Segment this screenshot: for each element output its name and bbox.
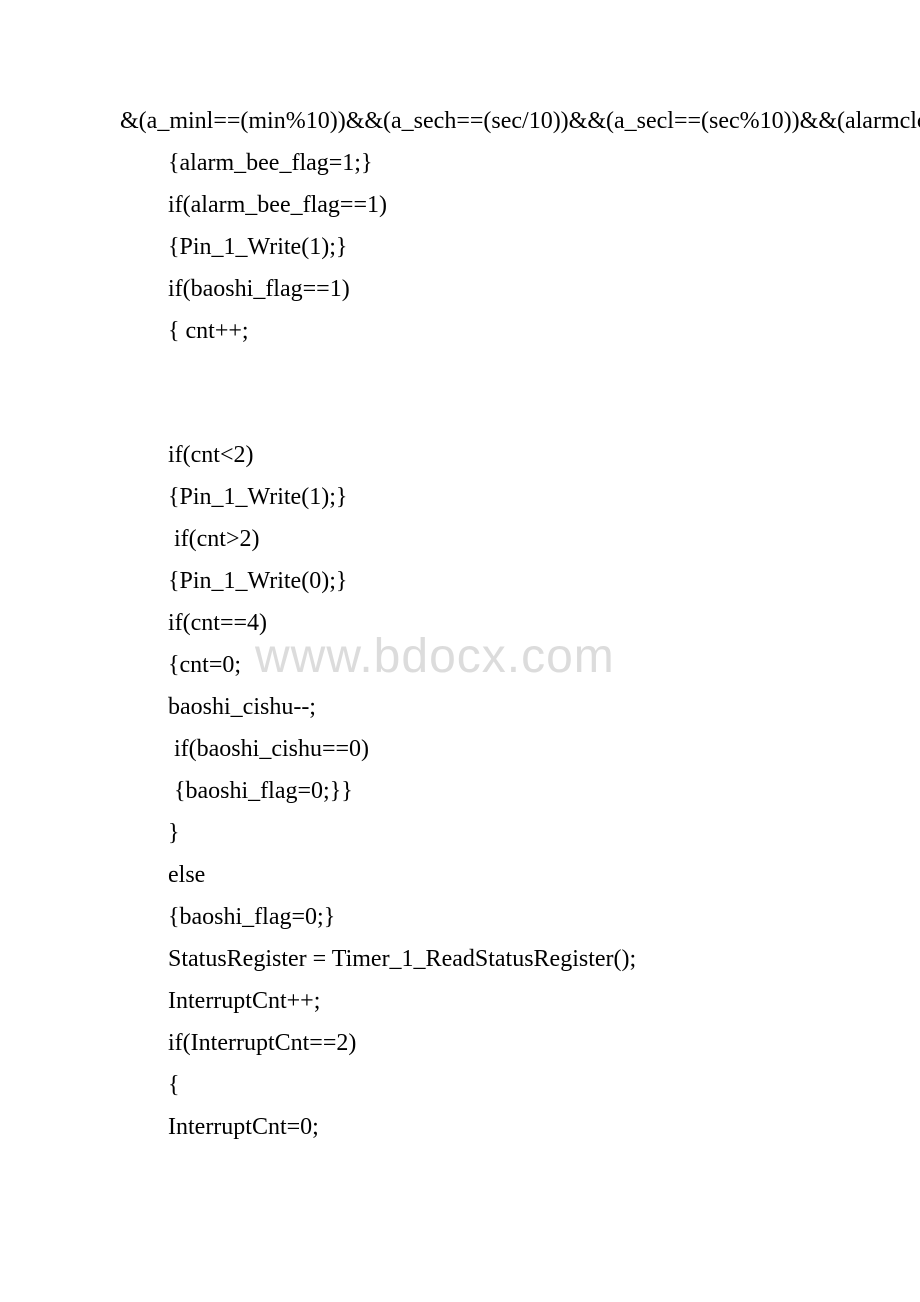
- code-line: if(cnt<2): [120, 434, 810, 476]
- code-line: {alarm_bee_flag=1;}: [120, 142, 810, 184]
- code-line: if(alarm_bee_flag==1): [120, 184, 810, 226]
- code-line: baoshi_cishu--;: [120, 686, 810, 728]
- code-line: {baoshi_flag=0;}: [120, 896, 810, 938]
- code-line: { cnt++;: [120, 310, 810, 352]
- code-line: InterruptCnt=0;: [120, 1106, 810, 1148]
- code-line: if(baoshi_cishu==0): [120, 728, 810, 770]
- code-line: StatusRegister = Timer_1_ReadStatusRegis…: [120, 938, 810, 980]
- code-line: InterruptCnt++;: [120, 980, 810, 1022]
- code-line: else: [120, 854, 810, 896]
- code-line: {Pin_1_Write(0);}: [120, 560, 810, 602]
- code-block: &(a_minl==(min%10))&&(a_sech==(sec/10))&…: [120, 100, 810, 1148]
- code-line: {baoshi_flag=0;}}: [120, 770, 810, 812]
- code-line: if(InterruptCnt==2): [120, 1022, 810, 1064]
- code-line: {: [120, 1064, 810, 1106]
- code-line: if(cnt==4): [120, 602, 810, 644]
- code-line: if(cnt>2): [120, 518, 810, 560]
- code-line: }: [120, 812, 810, 854]
- code-line: &(a_minl==(min%10))&&(a_sech==(sec/10))&…: [120, 100, 810, 142]
- code-line: {cnt=0;: [120, 644, 810, 686]
- code-line: {Pin_1_Write(1);}: [120, 476, 810, 518]
- code-line: {Pin_1_Write(1);}: [120, 226, 810, 268]
- code-line: if(baoshi_flag==1): [120, 268, 810, 310]
